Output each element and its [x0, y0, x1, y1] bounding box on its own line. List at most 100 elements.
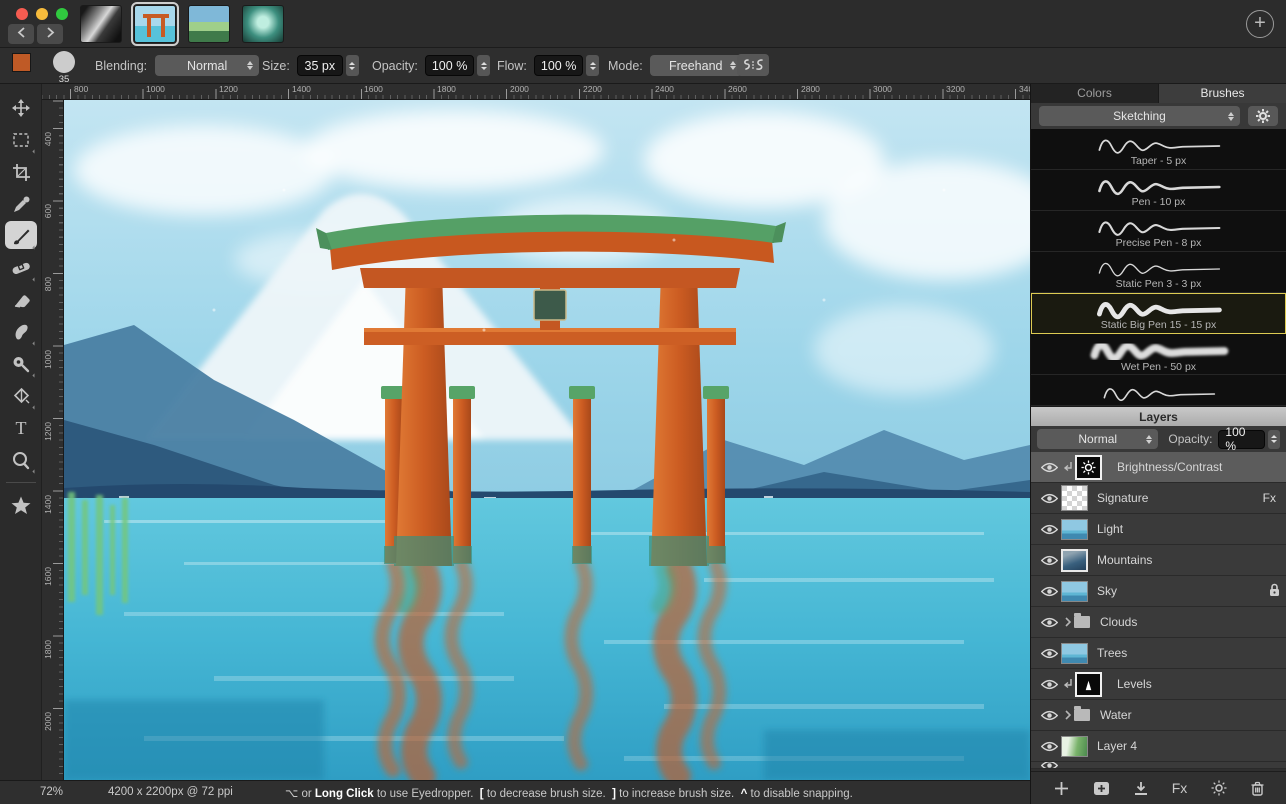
- opacity-input[interactable]: 100 %: [425, 55, 474, 76]
- mode-dropdown[interactable]: Freehand: [650, 55, 742, 76]
- brush-row[interactable]: Taper - 5 px: [1031, 129, 1286, 170]
- layer-row-mountains[interactable]: Mountains: [1031, 545, 1286, 576]
- brush-row[interactable]: Wet Pen - 50 px: [1031, 334, 1286, 375]
- eraser-tool[interactable]: [0, 284, 42, 316]
- healing-tool[interactable]: [0, 252, 42, 284]
- levels-histogram-icon: [1081, 678, 1096, 691]
- visibility-eye-icon[interactable]: [1037, 555, 1061, 566]
- size-value: 35 px: [305, 59, 336, 73]
- layer-row-signature[interactable]: Signature Fx: [1031, 483, 1286, 514]
- delete-layer-button[interactable]: [1251, 781, 1264, 796]
- layer-row-light[interactable]: Light: [1031, 514, 1286, 545]
- blending-dropdown[interactable]: Normal: [155, 55, 259, 76]
- visibility-eye-icon[interactable]: [1037, 462, 1061, 473]
- layer-opacity-stepper[interactable]: [1268, 430, 1280, 449]
- zoom-tool[interactable]: [0, 444, 42, 476]
- visibility-eye-icon[interactable]: [1037, 493, 1061, 504]
- eyedropper-tool[interactable]: [0, 188, 42, 220]
- chevron-updown-icon: [247, 61, 253, 70]
- marquee-tool[interactable]: [0, 124, 42, 156]
- merge-down-button[interactable]: [1134, 781, 1148, 796]
- size-label: Size:: [262, 59, 290, 73]
- layer-name: Brightness/Contrast: [1117, 460, 1280, 474]
- size-stepper[interactable]: [346, 55, 359, 76]
- canvas-artwork[interactable]: [64, 100, 1030, 780]
- vector-pen-tool[interactable]: [0, 380, 42, 412]
- visibility-eye-icon[interactable]: [1037, 617, 1061, 628]
- chevron-left-icon: [17, 27, 26, 38]
- brush-row-selected[interactable]: Static Big Pen 15 - 15 px: [1031, 293, 1286, 334]
- expand-chevron-icon[interactable]: [1061, 710, 1074, 720]
- minimize-window-button[interactable]: [36, 8, 48, 20]
- document-thumbnail-1[interactable]: [80, 5, 122, 43]
- flow-stepper[interactable]: [586, 55, 599, 76]
- layer-row-levels[interactable]: Levels: [1031, 669, 1286, 700]
- crop-tool[interactable]: [0, 156, 42, 188]
- context-toolbar: 35 Blending: Normal Size: 35 px Opacity:…: [0, 48, 1286, 84]
- layer-fx-badge[interactable]: Fx: [1263, 491, 1280, 505]
- add-layer-button[interactable]: [1054, 781, 1069, 796]
- stabilizer-button[interactable]: [737, 54, 769, 76]
- layers-panel-header: Layers: [1031, 406, 1286, 426]
- favorites-tool[interactable]: [0, 489, 42, 521]
- brush-row[interactable]: Pen - 10 px: [1031, 170, 1286, 211]
- visibility-eye-icon[interactable]: [1037, 648, 1061, 659]
- brush-row[interactable]: Precise Pen - 8 px: [1031, 211, 1286, 252]
- visibility-eye-icon[interactable]: [1037, 741, 1061, 752]
- brush-row-partial[interactable]: [1031, 375, 1286, 406]
- color-swatch[interactable]: [12, 53, 31, 72]
- expand-chevron-icon[interactable]: [1061, 617, 1074, 627]
- text-tool[interactable]: T: [0, 412, 42, 444]
- flow-value: 100 %: [541, 59, 576, 73]
- visibility-eye-icon[interactable]: [1037, 586, 1061, 597]
- layer-row-sky[interactable]: Sky: [1031, 576, 1286, 607]
- layer-row-trees[interactable]: Trees: [1031, 638, 1286, 669]
- layer-row-water-group[interactable]: Water: [1031, 700, 1286, 731]
- flow-label: Flow:: [497, 59, 527, 73]
- opacity-stepper[interactable]: [477, 55, 490, 76]
- layer-row-brightness-contrast[interactable]: Brightness/Contrast: [1031, 452, 1286, 483]
- document-thumbnail-2-active[interactable]: [134, 5, 176, 43]
- brush-category-dropdown[interactable]: Sketching: [1039, 106, 1240, 126]
- horizontal-ruler: 8001000 12001400 16001800 20002200 24002…: [42, 84, 1030, 100]
- layer-row-partial[interactable]: [1031, 762, 1286, 769]
- close-window-button[interactable]: [16, 8, 28, 20]
- brush-category-value: Sketching: [1113, 109, 1166, 123]
- layer-name: Sky: [1097, 584, 1269, 598]
- document-thumbnail-4[interactable]: [242, 5, 284, 43]
- add-pixel-layer-button[interactable]: [1093, 781, 1110, 796]
- layer-thumbnail: [1061, 581, 1088, 602]
- chevron-updown-icon: [1146, 435, 1152, 444]
- zoom-window-button[interactable]: [56, 8, 68, 20]
- size-input[interactable]: 35 px: [297, 55, 343, 76]
- visibility-eye-icon[interactable]: [1037, 679, 1061, 690]
- tab-colors[interactable]: Colors: [1031, 84, 1159, 103]
- layer-effects-button[interactable]: Fx: [1172, 780, 1188, 796]
- layer-buttons-bar: Fx: [1031, 771, 1286, 804]
- brush-label: Static Pen 3 - 3 px: [1116, 278, 1202, 290]
- move-tool[interactable]: [0, 92, 42, 124]
- visibility-eye-icon[interactable]: [1037, 524, 1061, 535]
- smudge-tool[interactable]: [0, 316, 42, 348]
- tab-brushes[interactable]: Brushes: [1159, 84, 1286, 103]
- brush-row[interactable]: Static Pen 3 - 3 px: [1031, 252, 1286, 293]
- layer-thumbnail: [1061, 736, 1088, 757]
- document-thumbnail-3[interactable]: [188, 5, 230, 43]
- flow-input[interactable]: 100 %: [534, 55, 583, 76]
- dodge-tool[interactable]: [0, 348, 42, 380]
- new-document-button[interactable]: +: [1246, 10, 1274, 38]
- visibility-eye-icon[interactable]: [1037, 710, 1061, 721]
- text-tool-icon: T: [16, 418, 27, 439]
- layer-opacity-input[interactable]: 100 %: [1218, 430, 1264, 449]
- forward-button[interactable]: [37, 24, 63, 44]
- adjustment-button[interactable]: [1211, 780, 1227, 796]
- lock-icon[interactable]: [1269, 583, 1280, 600]
- layer-row-clouds-group[interactable]: Clouds: [1031, 607, 1286, 638]
- layer-row-layer4[interactable]: Layer 4: [1031, 731, 1286, 762]
- layer-blend-dropdown[interactable]: Normal: [1037, 429, 1158, 449]
- chevron-updown-icon: [730, 61, 736, 70]
- paint-brush-tool-selected[interactable]: [0, 220, 42, 252]
- zoom-level[interactable]: 72%: [40, 786, 63, 798]
- back-button[interactable]: [8, 24, 34, 44]
- brush-settings-button[interactable]: [1248, 106, 1278, 126]
